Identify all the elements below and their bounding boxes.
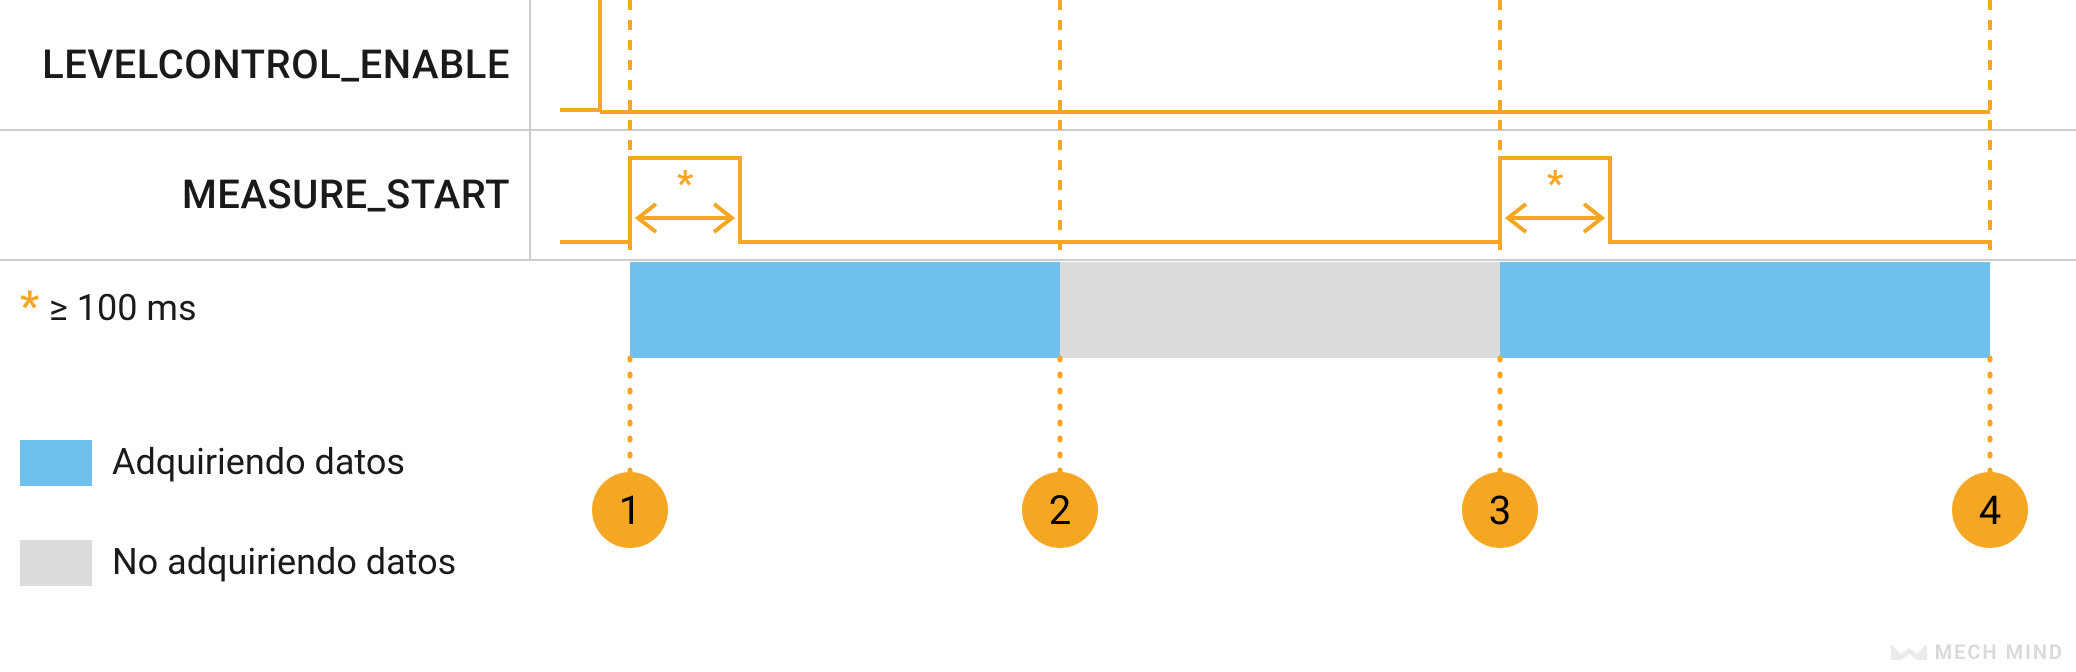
marker-2: 2 bbox=[1022, 472, 1098, 548]
marker-1-label: 1 bbox=[619, 487, 641, 534]
acq-interval-1 bbox=[630, 262, 1060, 358]
acq-interval-2 bbox=[1500, 262, 1990, 358]
legend-swatch-not-acquiring bbox=[20, 540, 92, 586]
footnote-text: ≥ 100 ms bbox=[49, 287, 197, 329]
legend-swatch-acquiring bbox=[20, 440, 92, 486]
row-label-levelcontrol-enable: LEVELCONTROL_ENABLE bbox=[42, 41, 510, 88]
pulse-width-annotation-1: * bbox=[638, 163, 732, 232]
footnote: * ≥ 100 ms bbox=[20, 282, 197, 331]
signal-measure-start bbox=[560, 158, 1990, 242]
marker-1: 1 bbox=[592, 472, 668, 548]
marker-3-label: 3 bbox=[1489, 487, 1511, 534]
marker-2-label: 2 bbox=[1049, 487, 1071, 534]
idle-interval-1 bbox=[1060, 262, 1500, 358]
legend-label-not-acquiring: No adquiriendo datos bbox=[112, 541, 456, 583]
pulse-width-asterisk-1: * bbox=[677, 163, 694, 205]
legend-label-acquiring: Adquiriendo datos bbox=[112, 441, 405, 483]
marker-4: 4 bbox=[1952, 472, 2028, 548]
pulse-width-annotation-2: * bbox=[1508, 163, 1602, 232]
watermark: MECH MIND bbox=[1889, 640, 2064, 664]
pulse-width-asterisk-2: * bbox=[1547, 163, 1564, 205]
marker-3: 3 bbox=[1462, 472, 1538, 548]
watermark-text: MECH MIND bbox=[1935, 640, 2064, 664]
footnote-asterisk: * bbox=[20, 282, 39, 331]
marker-4-label: 4 bbox=[1979, 487, 2001, 534]
row-label-measure-start: MEASURE_START bbox=[182, 171, 510, 218]
